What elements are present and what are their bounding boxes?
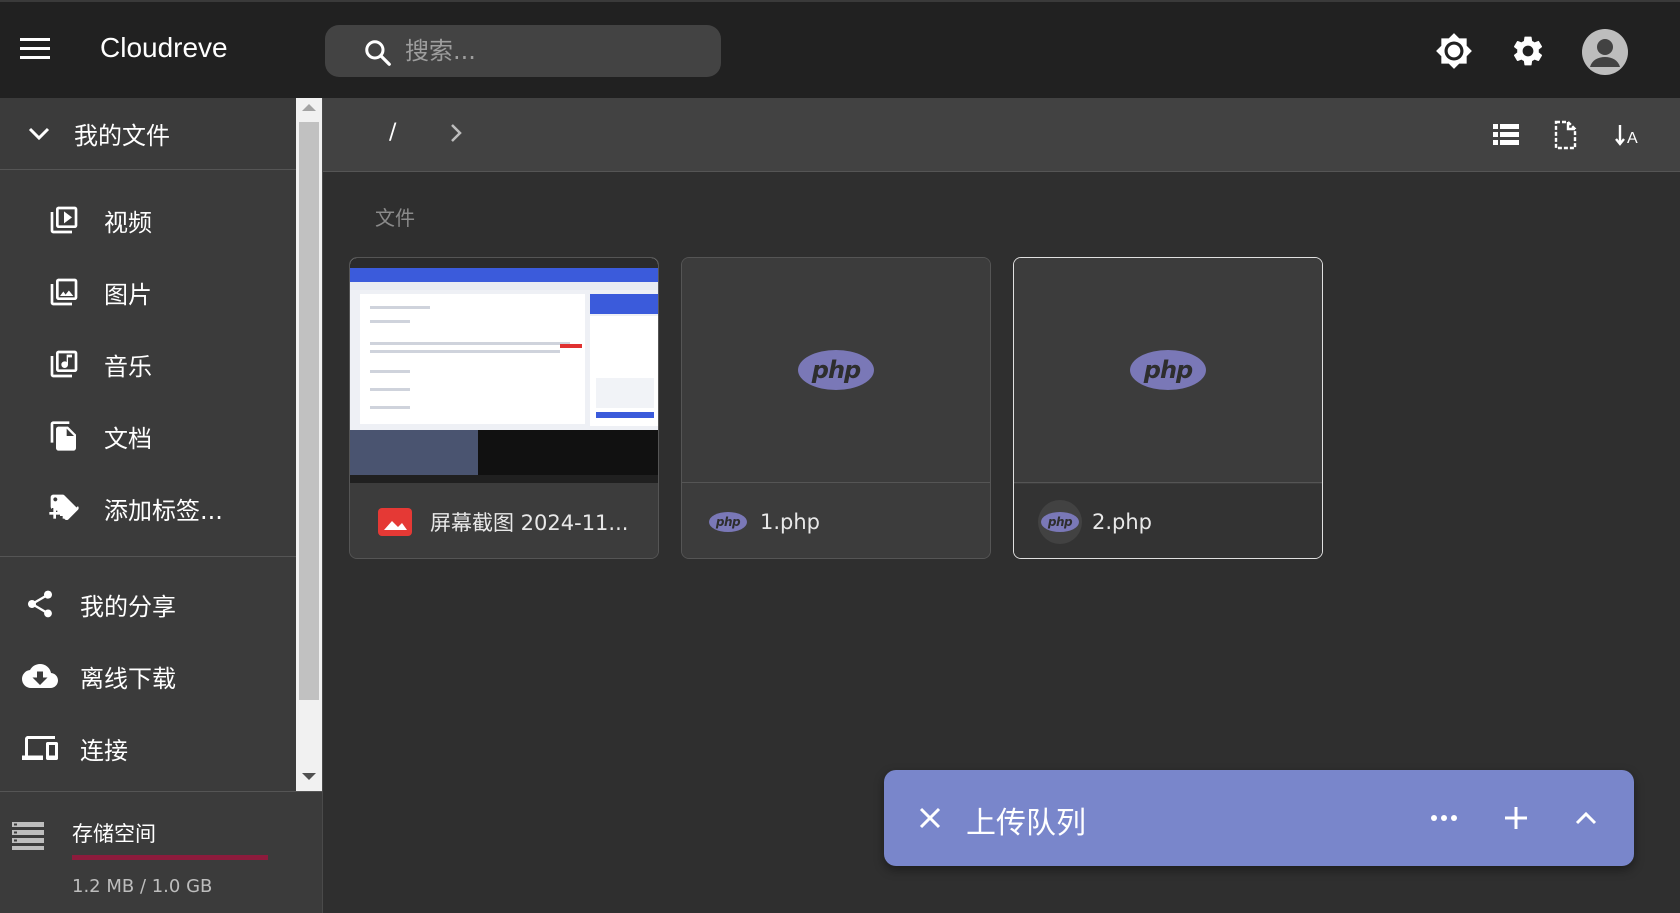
sidebar-scrollbar-thumb[interactable] (299, 122, 319, 700)
chevron-right-icon[interactable] (449, 122, 463, 148)
file-card-footer: php 1.php (682, 484, 990, 558)
sidebar-item-label: 我的分享 (80, 592, 176, 621)
theme-toggle-icon[interactable] (1432, 29, 1476, 73)
scroll-up-icon[interactable] (302, 104, 316, 111)
file-name: 1.php (760, 510, 821, 534)
more-options-icon[interactable] (1420, 794, 1468, 842)
file-card-selected[interactable]: php php 2.php (1013, 257, 1323, 559)
sort-by-name-icon[interactable]: A (1609, 116, 1647, 154)
php-logo-icon: php (798, 350, 874, 390)
user-avatar-icon[interactable] (1582, 29, 1628, 75)
sidebar-item-video[interactable]: 视频 (0, 190, 296, 250)
sidebar-item-label: 图片 (104, 280, 152, 309)
sidebar-divider (0, 556, 296, 557)
image-thumbnail (350, 258, 658, 483)
menu-icon[interactable] (14, 28, 56, 70)
sidebar-item-label: 连接 (80, 736, 128, 765)
list-view-icon[interactable] (1487, 116, 1525, 154)
app-title: Cloudreve (100, 32, 228, 63)
sidebar-item-images[interactable]: 图片 (0, 262, 296, 322)
music-library-icon (48, 348, 80, 380)
storage-icon (12, 822, 44, 850)
sidebar-item-connect[interactable]: 连接 (0, 718, 296, 778)
sidebar-item-label: 添加标签... (104, 496, 223, 525)
php-file-icon: php (706, 500, 750, 544)
upload-queue-title: 上传队列 (966, 806, 1086, 841)
storage-label: 存储空间 (72, 822, 156, 846)
sidebar-item-add-tag[interactable]: 添加标签... (0, 478, 296, 538)
sidebar-item-label: 文档 (104, 424, 152, 453)
sidebar-item-my-shares[interactable]: 我的分享 (0, 574, 296, 634)
add-icon[interactable] (1492, 794, 1540, 842)
php-file-icon: php (1038, 500, 1082, 544)
scroll-down-icon[interactable] (302, 773, 316, 780)
file-card[interactable]: php php 1.php (681, 257, 991, 559)
photo-library-icon (48, 276, 80, 308)
file-card-footer: php 2.php (1014, 484, 1322, 558)
file-card-footer: 屏幕截图 2024-11... (350, 484, 658, 558)
file-card[interactable]: 屏幕截图 2024-11... (349, 257, 659, 559)
sidebar-item-offline-download[interactable]: 离线下载 (0, 646, 296, 706)
documents-icon (48, 420, 80, 452)
settings-gear-icon[interactable] (1506, 29, 1550, 73)
close-icon[interactable] (906, 794, 954, 842)
chevron-down-icon (28, 127, 50, 141)
app-bar: Cloudreve (0, 0, 1680, 98)
file-preview: php (682, 258, 990, 483)
nav-toolbar: / A (323, 98, 1680, 172)
file-name: 2.php (1092, 510, 1153, 534)
video-library-icon (48, 204, 80, 236)
sidebar: 我的文件 视频 图片 音乐 文档 添加标签... 我的分享 离线下载 连接 (0, 98, 296, 791)
svg-text:A: A (1627, 130, 1638, 147)
files-section-title: 文件 (375, 206, 415, 230)
file-name: 屏幕截图 2024-11... (430, 511, 629, 535)
upload-queue-panel[interactable]: 上传队列 (884, 770, 1634, 866)
chevron-up-icon[interactable] (1562, 794, 1610, 842)
sidebar-item-documents[interactable]: 文档 (0, 406, 296, 466)
sidebar-header-label: 我的文件 (74, 122, 170, 150)
search-box[interactable] (325, 25, 721, 77)
sidebar-item-label: 视频 (104, 208, 152, 237)
sidebar-item-label: 离线下载 (80, 664, 176, 693)
sidebar-my-files-header[interactable]: 我的文件 (0, 98, 296, 170)
file-select-icon[interactable] (1547, 116, 1585, 154)
search-icon (363, 38, 393, 72)
share-icon (24, 588, 56, 620)
storage-panel[interactable]: 存储空间 1.2 MB / 1.0 GB (0, 791, 322, 913)
sidebar-item-label: 音乐 (104, 352, 152, 381)
storage-usage: 1.2 MB / 1.0 GB (72, 876, 213, 897)
add-tag-icon (48, 492, 80, 524)
breadcrumb-root[interactable]: / (389, 120, 396, 145)
storage-progress-bar (72, 855, 268, 860)
php-small-logo: php (1041, 512, 1079, 532)
php-small-logo: php (709, 512, 747, 532)
php-logo-icon: php (1130, 350, 1206, 390)
cloud-download-icon (22, 658, 58, 694)
file-preview: php (1014, 258, 1322, 483)
sidebar-item-music[interactable]: 音乐 (0, 334, 296, 394)
devices-icon (22, 730, 58, 766)
image-file-icon (378, 508, 412, 536)
search-input[interactable] (405, 37, 705, 65)
